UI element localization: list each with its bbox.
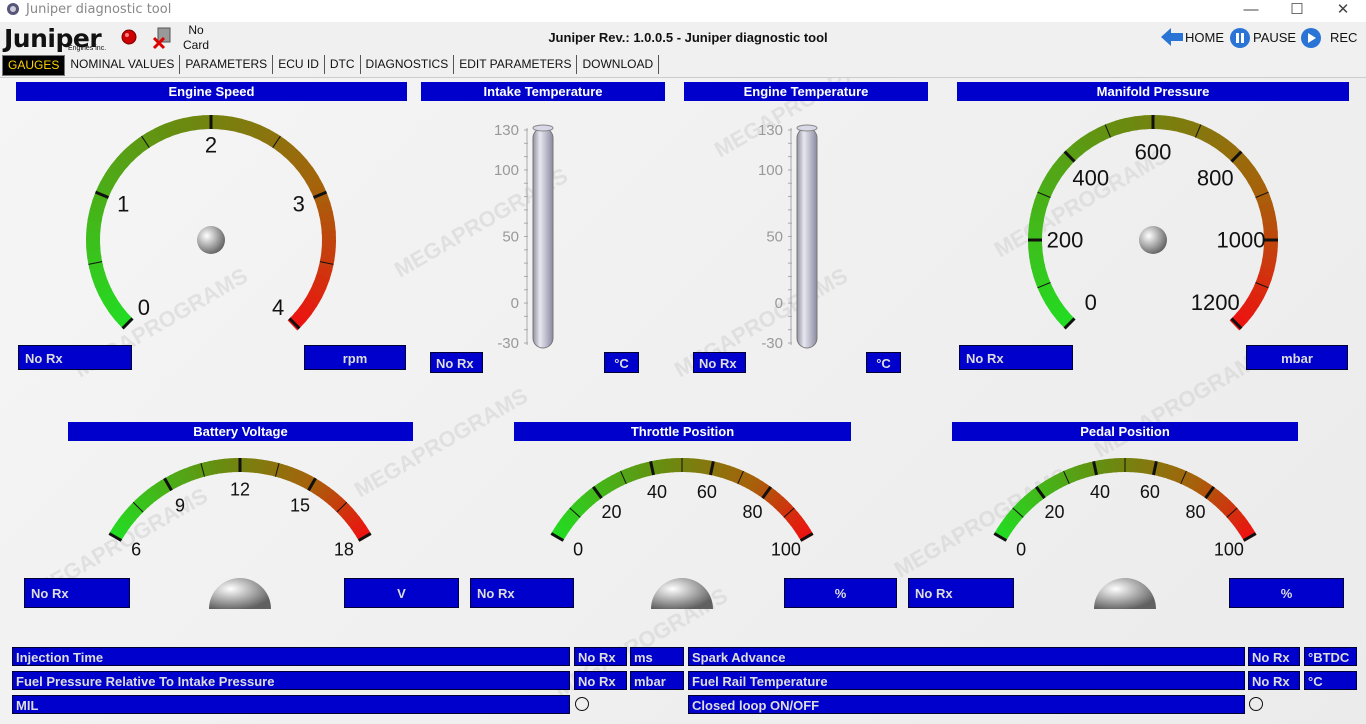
manifold-pressure-tick-label: 0	[1085, 290, 1097, 315]
intake-temp-unit: °C	[604, 352, 639, 373]
battery-voltage-dial: 6 9 12 15 18	[108, 457, 372, 559]
engine-temp-tick-label: -30	[761, 335, 783, 352]
fuel-rail-temp-label: Fuel Rail Temperature	[688, 671, 1245, 690]
manifold-pressure-dial: 0 200 400 600 800 1000 1200	[1027, 115, 1279, 331]
engine-speed-tick-label: 2	[205, 133, 217, 158]
battery-voltage-unit: V	[344, 578, 459, 608]
throttle-position-hub	[651, 578, 713, 609]
injection-time-label: Injection Time	[12, 647, 570, 666]
closed-loop-indicator	[1249, 697, 1263, 711]
throttle-position-tick-label: 80	[743, 502, 763, 522]
engine-speed-tick-label: 4	[272, 295, 284, 320]
manifold-pressure-value: No Rx	[959, 345, 1073, 370]
spark-advance-unit: °BTDC	[1304, 647, 1357, 666]
battery-voltage-tick-label: 6	[131, 539, 141, 559]
intake-temp-tick-label: 50	[502, 229, 519, 246]
engine-speed-dial: 0 1 2 3 4	[86, 115, 336, 331]
battery-voltage-tick-label: 18	[334, 539, 354, 559]
spark-advance-value: No Rx	[1248, 647, 1300, 666]
battery-voltage-value: No Rx	[24, 578, 130, 608]
intake-temp-tick-label: 100	[494, 162, 519, 179]
intake-temp-tick-label: -30	[497, 335, 519, 352]
fuel-pressure-value: No Rx	[574, 671, 627, 690]
pedal-position-tick-label: 60	[1140, 482, 1160, 502]
intake-temp-tick-label: 130	[494, 122, 519, 139]
battery-voltage-tick-label: 12	[230, 479, 250, 499]
throttle-position-dial: 0 20 40 60 80 100	[550, 457, 814, 559]
pedal-position-value: No Rx	[908, 578, 1014, 608]
engine-speed-tick-label: 3	[293, 191, 305, 216]
engine-temp-thermometer	[790, 124, 818, 349]
spark-advance-label: Spark Advance	[688, 647, 1245, 666]
manifold-pressure-hub	[1139, 226, 1167, 254]
throttle-position-unit: %	[784, 578, 897, 608]
engine-speed-tick-label: 1	[117, 191, 129, 216]
engine-speed-hub	[197, 226, 225, 254]
pedal-position-tick-label: 80	[1186, 502, 1206, 522]
manifold-pressure-tick-label: 800	[1197, 165, 1234, 190]
pedal-position-hub	[1094, 578, 1156, 609]
throttle-position-tick-label: 40	[647, 482, 667, 502]
battery-voltage-tick-label: 9	[175, 495, 185, 515]
mil-label: MIL	[12, 695, 570, 714]
pedal-position-tick-label: 100	[1214, 539, 1244, 559]
manifold-pressure-tick-label: 1200	[1191, 290, 1240, 315]
engine-temp-tick-label: 0	[775, 295, 783, 312]
pedal-position-tick-label: 20	[1044, 502, 1064, 522]
manifold-pressure-unit: mbar	[1246, 345, 1348, 370]
engine-speed-value: No Rx	[18, 345, 132, 370]
engine-temp-tick-label: 130	[758, 122, 783, 139]
engine-temp-unit: °C	[866, 352, 901, 373]
pedal-position-tick-label: 0	[1016, 539, 1026, 559]
injection-time-unit: ms	[630, 647, 684, 666]
pedal-position-tick-label: 40	[1090, 482, 1110, 502]
manifold-pressure-tick-label: 1000	[1217, 228, 1266, 253]
fuel-rail-temp-value: No Rx	[1248, 671, 1300, 690]
mil-indicator	[575, 697, 589, 711]
pedal-position-unit: %	[1229, 578, 1344, 608]
throttle-position-value: No Rx	[470, 578, 574, 608]
engine-speed-unit: rpm	[304, 345, 406, 370]
fuel-rail-temp-unit: °C	[1304, 671, 1357, 690]
fuel-pressure-label: Fuel Pressure Relative To Intake Pressur…	[12, 671, 570, 690]
gauge-drawings: 01234 02004006008001000120069121518 02040 6…	[86, 115, 1279, 609]
injection-time-value: No Rx	[574, 647, 627, 666]
closed-loop-label: Closed loop ON/OFF	[688, 695, 1245, 714]
engine-speed-tick-label: 0	[138, 295, 150, 320]
throttle-position-tick-label: 0	[573, 539, 583, 559]
intake-temp-value: No Rx	[430, 352, 483, 373]
engine-temp-tick-label: 50	[766, 229, 783, 246]
fuel-pressure-unit: mbar	[630, 671, 684, 690]
engine-temp-tick-label: 100	[758, 162, 783, 179]
manifold-pressure-tick-label: 400	[1072, 165, 1109, 190]
intake-temp-tick-label: 0	[511, 295, 519, 312]
battery-voltage-hub	[209, 578, 271, 609]
battery-voltage-tick-label: 15	[290, 495, 310, 515]
throttle-position-tick-label: 60	[697, 482, 717, 502]
pedal-position-dial: 0 20 40 60 80 100	[993, 458, 1257, 559]
engine-temp-value: No Rx	[693, 352, 746, 373]
intake-temp-thermometer	[526, 124, 554, 349]
throttle-position-tick-label: 100	[771, 539, 801, 559]
throttle-position-tick-label: 20	[601, 502, 621, 522]
manifold-pressure-tick-label: 200	[1047, 228, 1084, 253]
manifold-pressure-tick-label: 600	[1135, 140, 1172, 165]
